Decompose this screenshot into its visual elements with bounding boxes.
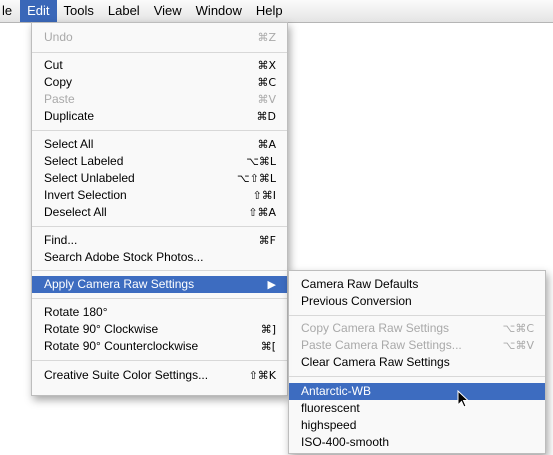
menu-item-label: Apply Camera Raw Settings (44, 277, 195, 291)
menubar-file[interactable]: le (0, 0, 20, 22)
separator (32, 360, 287, 361)
menubar-help[interactable]: Help (249, 0, 290, 22)
separator (32, 130, 287, 131)
menu-item-cut[interactable]: Cut ⌘X (32, 57, 287, 74)
shortcut: ⌘] (260, 323, 276, 336)
menu-item-antarctic-wb[interactable]: Antarctic-WB (289, 383, 545, 400)
menu-item-rotate-90-ccw[interactable]: Rotate 90° Counterclockwise ⌘[ (32, 338, 287, 355)
menu-item-invert-selection[interactable]: Invert Selection ⇧⌘I (32, 187, 287, 204)
separator (289, 315, 545, 316)
submenu-arrow-icon: ▶ (267, 278, 276, 291)
separator (289, 376, 545, 377)
menu-item-highspeed[interactable]: highspeed (289, 417, 545, 434)
menu-item-label: Copy Camera Raw Settings (301, 321, 450, 335)
shortcut: ⌥⌘V (502, 339, 534, 352)
menubar-view[interactable]: View (147, 0, 189, 22)
menu-item-select-unlabeled[interactable]: Select Unlabeled ⌥⇧⌘L (32, 170, 287, 187)
menu-item-label: Deselect All (44, 205, 107, 219)
shortcut: ⌘Z (257, 31, 276, 44)
menubar-edit[interactable]: Edit (20, 0, 57, 22)
camera-raw-submenu: Camera Raw Defaults Previous Conversion … (288, 270, 546, 454)
menu-item-label: Rotate 90° Clockwise (44, 322, 159, 336)
shortcut: ⌘X (257, 59, 276, 72)
shortcut: ⌘F (258, 234, 276, 247)
separator (32, 52, 287, 53)
menu-item-label: Clear Camera Raw Settings (301, 355, 450, 369)
menu-item-label: Creative Suite Color Settings... (44, 368, 209, 382)
menu-item-search-adobe-stock[interactable]: Search Adobe Stock Photos... (32, 249, 287, 266)
menu-item-label: Select Unlabeled (44, 171, 135, 185)
menu-item-label: Undo (44, 30, 73, 44)
menu-item-deselect-all[interactable]: Deselect All ⇧⌘A (32, 204, 287, 221)
separator (32, 298, 287, 299)
menu-item-label: Antarctic-WB (301, 384, 372, 398)
menu-item-copy-camera-raw[interactable]: Copy Camera Raw Settings ⌥⌘C (289, 320, 545, 337)
menu-item-label: Search Adobe Stock Photos... (44, 250, 204, 264)
menu-item-label: Paste Camera Raw Settings... (301, 338, 462, 352)
separator (32, 270, 287, 271)
menu-item-select-all[interactable]: Select All ⌘A (32, 136, 287, 153)
shortcut: ⇧⌘K (248, 369, 276, 382)
menubar-window[interactable]: Window (189, 0, 249, 22)
menu-item-label: ISO-400-smooth (301, 435, 390, 449)
shortcut: ⌥⌘L (246, 155, 276, 168)
menu-item-fluorescent[interactable]: fluorescent (289, 400, 545, 417)
shortcut: ⌘D (256, 110, 276, 123)
menubar-label[interactable]: Label (101, 0, 147, 22)
shortcut: ⇧⌘I (252, 189, 276, 202)
menu-item-label: Copy (44, 75, 73, 89)
menu-item-paste-camera-raw[interactable]: Paste Camera Raw Settings... ⌥⌘V (289, 337, 545, 354)
menu-item-duplicate[interactable]: Duplicate ⌘D (32, 108, 287, 125)
menu-item-color-settings[interactable]: Creative Suite Color Settings... ⇧⌘K (32, 367, 287, 384)
menu-item-rotate-90-cw[interactable]: Rotate 90° Clockwise ⌘] (32, 321, 287, 338)
menu-item-paste[interactable]: Paste ⌘V (32, 91, 287, 108)
menu-bar: le Edit Tools Label View Window Help (0, 0, 553, 23)
mouse-pointer-icon (457, 390, 470, 408)
menubar-tools[interactable]: Tools (57, 0, 101, 22)
menu-item-clear-camera-raw[interactable]: Clear Camera Raw Settings (289, 354, 545, 371)
menu-item-find[interactable]: Find... ⌘F (32, 232, 287, 249)
shortcut: ⌥⌘C (502, 322, 534, 335)
shortcut: ⌘V (257, 93, 276, 106)
menu-item-label: Rotate 180° (44, 305, 108, 319)
menu-item-label: Camera Raw Defaults (301, 277, 419, 291)
menu-item-label: Rotate 90° Counterclockwise (44, 339, 199, 353)
menu-item-select-labeled[interactable]: Select Labeled ⌥⌘L (32, 153, 287, 170)
menu-item-label: Find... (44, 233, 78, 247)
shortcut: ⌥⇧⌘L (236, 172, 276, 185)
menu-item-label: Select Labeled (44, 154, 124, 168)
menu-item-copy[interactable]: Copy ⌘C (32, 74, 287, 91)
menu-item-previous-conversion[interactable]: Previous Conversion (289, 293, 545, 310)
menu-item-label: Invert Selection (44, 188, 127, 202)
menu-item-label: Duplicate (44, 109, 95, 123)
menu-item-camera-raw-defaults[interactable]: Camera Raw Defaults (289, 276, 545, 293)
menu-item-label: Paste (44, 92, 75, 106)
menu-item-label: Cut (44, 58, 63, 72)
menu-item-label: Previous Conversion (301, 294, 412, 308)
menu-item-undo[interactable]: Undo ⌘Z (32, 29, 287, 46)
shortcut: ⌘[ (260, 340, 276, 353)
menu-item-iso-400-smooth[interactable]: ISO-400-smooth (289, 434, 545, 451)
shortcut: ⌘C (257, 76, 276, 89)
menu-item-apply-camera-raw[interactable]: Apply Camera Raw Settings ▶ (32, 276, 287, 293)
menu-item-label: fluorescent (301, 401, 360, 415)
edit-menu: Undo ⌘Z Cut ⌘X Copy ⌘C Paste ⌘V Duplicat… (31, 22, 288, 396)
shortcut: ⌘A (257, 138, 276, 151)
shortcut: ⇧⌘A (248, 206, 276, 219)
menu-item-label: Select All (44, 137, 94, 151)
menu-item-label: highspeed (301, 418, 357, 432)
separator (32, 226, 287, 227)
menu-item-rotate-180[interactable]: Rotate 180° (32, 304, 287, 321)
